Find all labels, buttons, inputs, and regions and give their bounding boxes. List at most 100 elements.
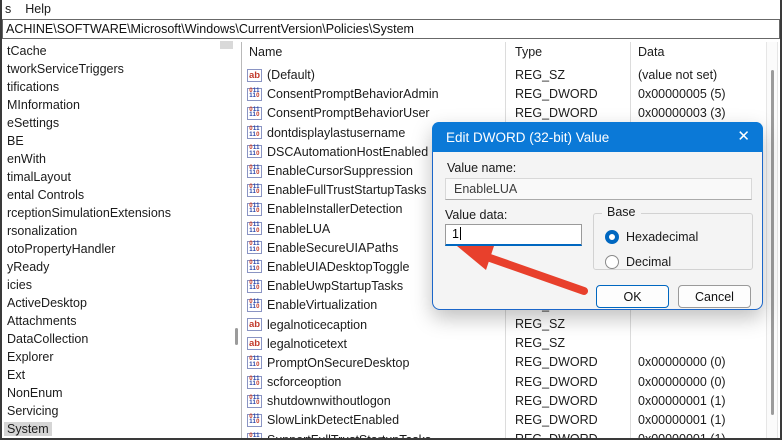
tree-item[interactable]: DataCollection <box>2 330 232 348</box>
tree-item[interactable]: NonEnum <box>2 384 232 402</box>
tree-item[interactable]: BE <box>2 132 232 150</box>
registry-editor-window: s Help tCache tworkServiceTriggers tificat… <box>0 0 782 440</box>
value-type: REG_DWORD <box>515 355 598 370</box>
menu-item-fragment[interactable]: s <box>5 2 11 16</box>
column-header-data[interactable]: Data <box>638 45 664 59</box>
value-row[interactable]: 011 110 SlowLinkDetectEnabled REG_DWORD 0x00… <box>243 411 767 430</box>
value-name: EnableVirtualization <box>267 298 378 313</box>
tree-item-label: ActiveDesktop <box>7 296 87 310</box>
value-name: EnableLUA <box>267 221 331 236</box>
value-name: dontdisplaylastusername <box>267 125 406 140</box>
tree-item[interactable]: Servicing <box>2 402 232 420</box>
value-row[interactable]: 011 110 ConsentPromptBehaviorUser REG_DWORD… <box>243 104 767 123</box>
tree-item[interactable]: tifications <box>2 78 232 96</box>
dword-icon: 011110 <box>247 394 262 408</box>
value-data: (value not set) <box>638 67 718 82</box>
dword-icon: 011110 <box>247 106 262 120</box>
tree-item[interactable]: enWith <box>2 150 232 168</box>
radio-button-icon[interactable] <box>605 255 619 269</box>
radio-hexadecimal[interactable]: Hexadecimal <box>605 229 698 245</box>
value-row[interactable]: ab (Default) REG_SZ (value not set) <box>243 66 767 85</box>
cancel-button[interactable]: Cancel <box>678 285 751 308</box>
tree-item[interactable]: otoPropertyHandler <box>2 240 232 258</box>
tree-item[interactable]: Ext <box>2 366 232 384</box>
close-icon[interactable]: ✕ <box>737 127 750 145</box>
value-type: REG_SZ <box>515 336 566 351</box>
tree-item[interactable]: System <box>2 420 232 438</box>
dialog-titlebar[interactable]: Edit DWORD (32-bit) Value ✕ <box>432 122 763 152</box>
list-scrollbar[interactable] <box>766 42 778 438</box>
value-type: REG_DWORD <box>515 393 598 408</box>
dword-icon: 011110 <box>247 375 262 389</box>
tree-item[interactable]: icies <box>2 276 232 294</box>
dword-icon: 011110 <box>247 241 262 255</box>
tree-item[interactable]: ental Controls <box>2 186 232 204</box>
radio-decimal[interactable]: Decimal <box>605 254 671 270</box>
value-row[interactable]: ab legalnoticetext REG_SZ <box>243 334 767 353</box>
tree-item[interactable]: eSettings <box>2 114 232 132</box>
tree-item-label: tifications <box>7 80 60 94</box>
value-name: EnableUIADesktopToggle <box>267 259 410 274</box>
radio-button-icon[interactable] <box>605 230 619 244</box>
ok-button[interactable]: OK <box>596 285 669 308</box>
tree-item-label: Servicing <box>7 404 59 418</box>
tree-item-label: Ext <box>7 368 26 382</box>
tree-item[interactable]: tworkServiceTriggers <box>2 60 232 78</box>
tree-item[interactable]: Explorer <box>2 348 232 366</box>
tree-item-label: tCache <box>7 44 47 58</box>
dword-icon: 011110 <box>247 164 262 178</box>
value-type: REG_DWORD <box>515 374 598 389</box>
tree-item[interactable]: timalLayout <box>2 168 232 186</box>
tree-item-label: ental Controls <box>7 188 85 202</box>
panel-splitter[interactable] <box>241 42 242 438</box>
value-data-input[interactable]: 1 <box>445 224 582 246</box>
tree-item-label: icies <box>7 278 33 292</box>
value-row[interactable]: 011 110 PromptOnSecureDesktop REG_DWORD 0x00… <box>243 353 767 372</box>
value-row[interactable]: 011 110 ConsentPromptBehaviorAdmin REG_DWOR… <box>243 85 767 104</box>
dword-icon: 011110 <box>247 183 262 197</box>
value-name: legalnoticetext <box>267 336 347 351</box>
tree-item[interactable]: MInformation <box>2 96 232 114</box>
menu-item-help[interactable]: Help <box>25 2 51 16</box>
tree-item-label: System <box>4 422 52 436</box>
tree-scrollbar-thumb[interactable] <box>235 328 238 345</box>
value-name: EnableInstallerDetection <box>267 202 403 217</box>
value-data: 0x00000001 (1) <box>638 412 726 427</box>
string-icon: ab <box>247 318 262 332</box>
address-bar[interactable] <box>2 19 780 39</box>
tree-scrollbar-top[interactable] <box>220 41 233 49</box>
column-header-name[interactable]: Name <box>249 45 282 59</box>
list-scrollbar-thumb[interactable] <box>771 70 774 415</box>
tree-item[interactable]: ActiveDesktop <box>2 294 232 312</box>
value-type: REG_DWORD <box>515 412 598 427</box>
value-name: SlowLinkDetectEnabled <box>267 413 400 428</box>
dword-icon: 011110 <box>247 202 262 216</box>
value-name: EnableCursorSuppression <box>267 164 413 179</box>
value-row[interactable]: 011 110 scforceoption REG_DWORD 0x00000000 (… <box>243 373 767 392</box>
tree-item[interactable]: Attachments <box>2 312 232 330</box>
value-name: legalnoticecaption <box>267 317 368 332</box>
base-group-label: Base <box>602 205 641 219</box>
dword-icon: 011110 <box>247 222 262 236</box>
tree-item[interactable]: rsonalization <box>2 222 232 240</box>
dword-icon: 011110 <box>247 260 262 274</box>
dword-icon: 011110 <box>247 356 262 370</box>
value-name: EnableUwpStartupTasks <box>267 279 404 294</box>
value-name: shutdownwithoutlogon <box>267 394 391 409</box>
tree-item-label: timalLayout <box>7 170 71 184</box>
tree-item-label: BE <box>7 134 24 148</box>
tree-item-label: otoPropertyHandler <box>7 242 116 256</box>
tree-item[interactable]: rceptionSimulationExtensions <box>2 204 232 222</box>
tree-item[interactable]: yReady <box>2 258 232 276</box>
value-data: 0x00000005 (5) <box>638 86 726 101</box>
value-row[interactable]: 011 110 shutdownwithoutlogon REG_DWORD 0x000… <box>243 392 767 411</box>
radio-decimal-label: Decimal <box>626 255 672 269</box>
edit-dword-dialog: Edit DWORD (32-bit) Value ✕ Value name: … <box>432 122 763 310</box>
tree-item-label: NonEnum <box>7 386 63 400</box>
dword-icon: 011110 <box>247 145 262 159</box>
tree-item[interactable]: tCache <box>2 42 232 60</box>
dword-icon: 011110 <box>247 87 262 101</box>
value-row[interactable]: ab legalnoticecaption REG_SZ <box>243 315 767 334</box>
value-type: REG_DWORD <box>515 86 598 101</box>
column-header-type[interactable]: Type <box>515 45 542 59</box>
